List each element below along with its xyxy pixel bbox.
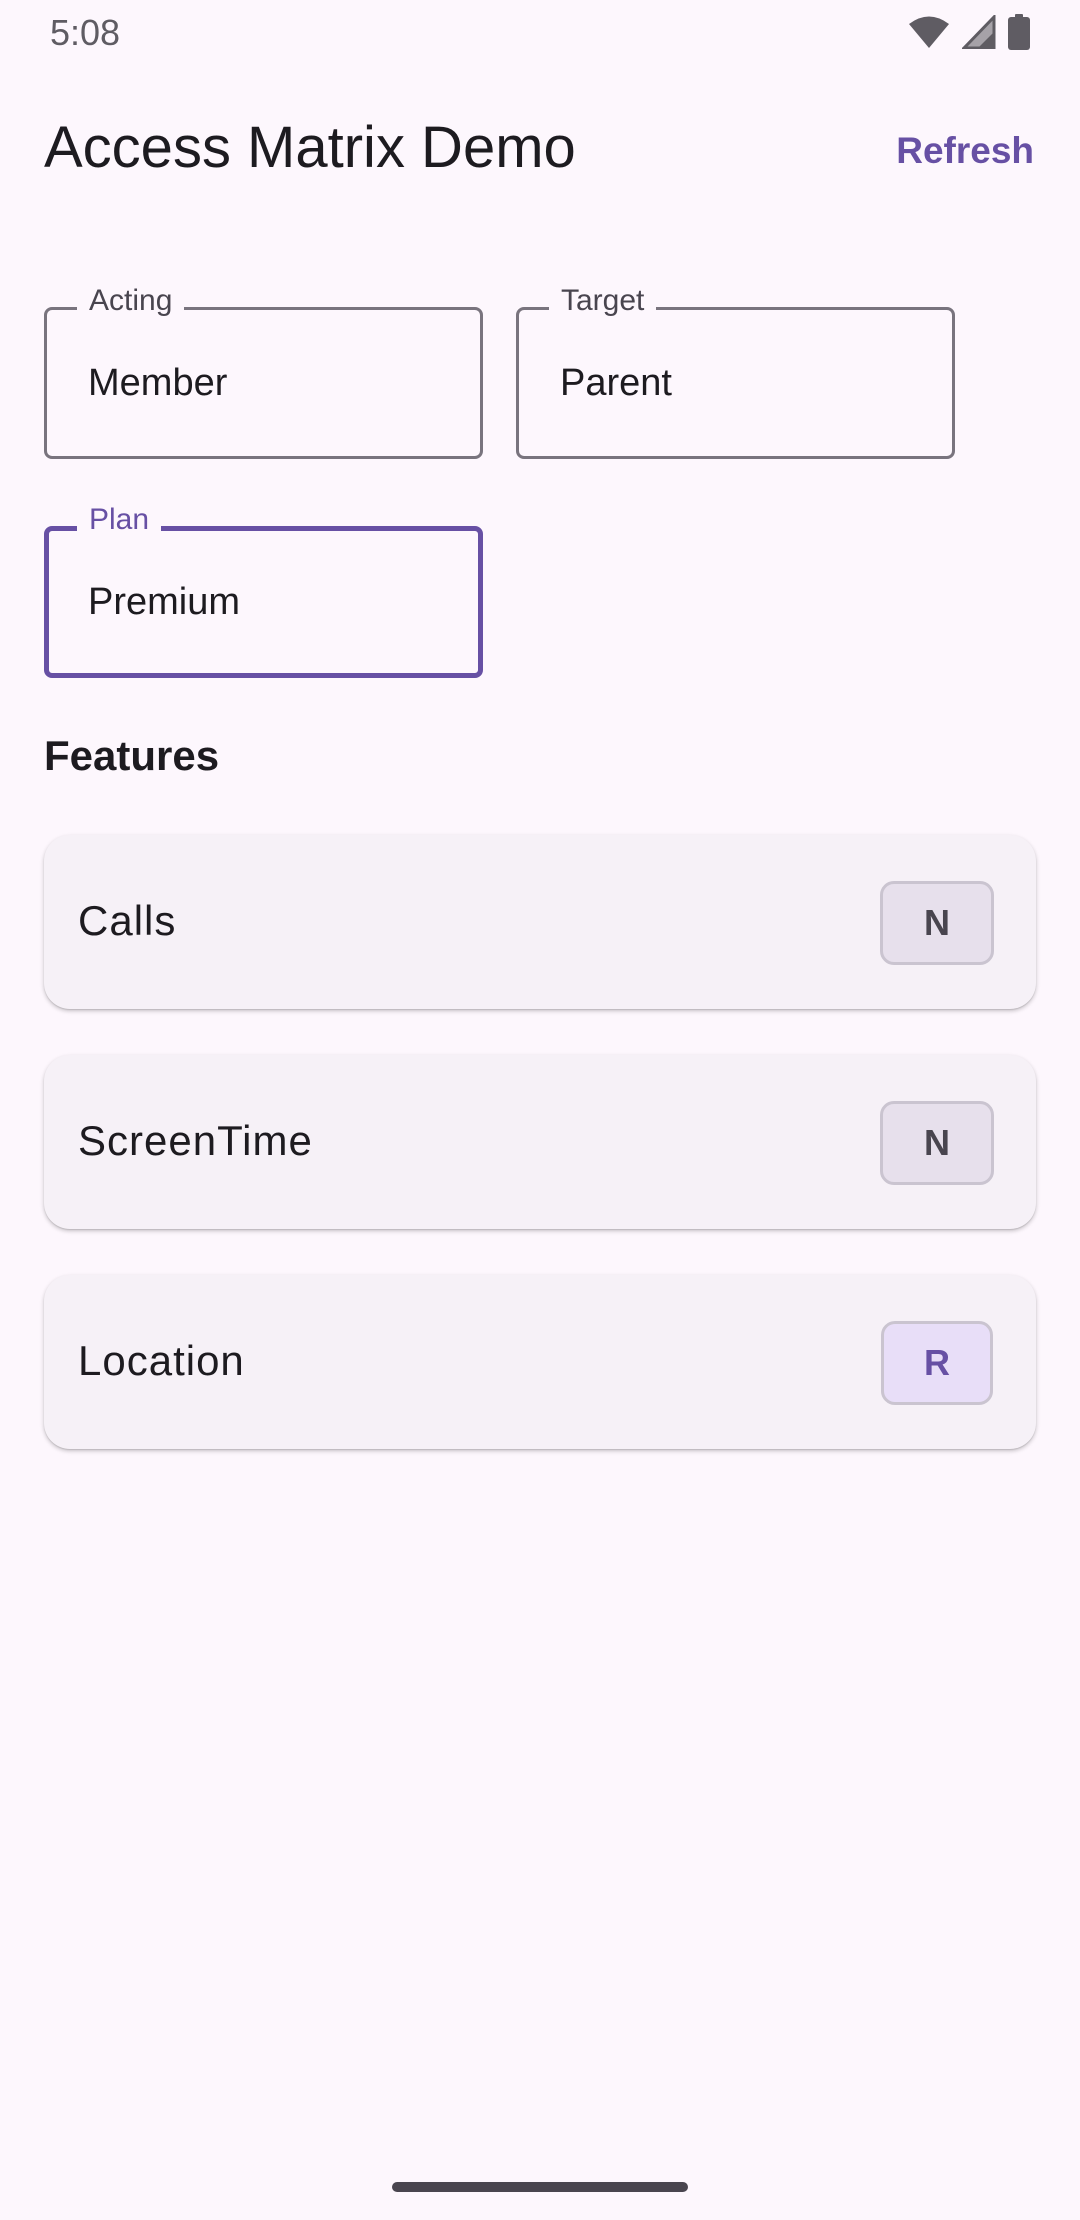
target-field[interactable]: Target Parent — [516, 284, 955, 459]
acting-field-value: Member — [88, 362, 228, 404]
feature-card-calls[interactable]: Calls N — [44, 835, 1036, 1009]
feature-name: ScreenTime — [78, 1117, 313, 1164]
battery-icon — [1008, 14, 1030, 55]
status-time: 5:08 — [50, 12, 121, 53]
signal-icon — [960, 13, 996, 54]
acting-field-label: Acting — [77, 284, 185, 318]
refresh-button[interactable]: Refresh — [896, 130, 1034, 172]
plan-field-label: Plan — [77, 503, 162, 537]
access-badge[interactable]: N — [880, 1101, 994, 1185]
page-title: Access Matrix Demo — [44, 115, 576, 180]
feature-card-screentime[interactable]: ScreenTime N — [44, 1055, 1036, 1229]
plan-field-value: Premium — [88, 581, 241, 623]
features-heading: Features — [44, 732, 220, 779]
plan-field[interactable]: Plan Premium — [44, 503, 483, 678]
access-badge[interactable]: N — [880, 881, 994, 965]
status-icons — [908, 13, 1030, 55]
status-bar: 5:08 — [0, 0, 1080, 68]
target-field-label: Target — [549, 284, 657, 318]
feature-card-location[interactable]: Location R — [44, 1275, 1036, 1449]
feature-name: Location — [78, 1337, 245, 1384]
feature-name: Calls — [78, 897, 177, 944]
home-indicator[interactable] — [392, 2182, 688, 2192]
access-badge[interactable]: R — [881, 1321, 993, 1405]
acting-field[interactable]: Acting Member — [44, 284, 483, 459]
wifi-icon — [908, 15, 950, 54]
target-field-value: Parent — [560, 362, 672, 404]
